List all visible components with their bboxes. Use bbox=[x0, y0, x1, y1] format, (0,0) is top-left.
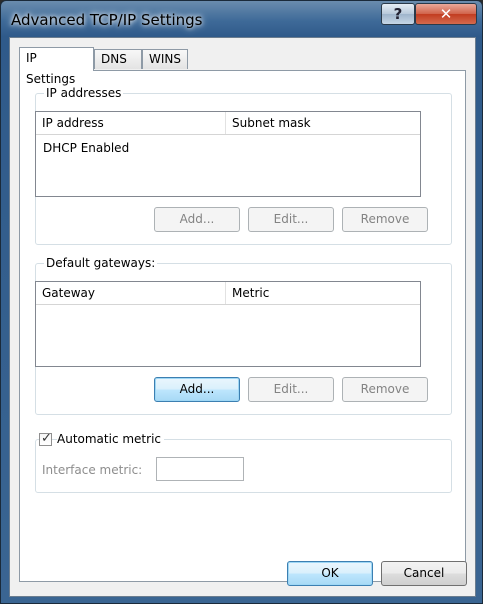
gateway-remove-button[interactable]: Remove bbox=[342, 377, 428, 402]
ok-button[interactable]: OK bbox=[287, 561, 373, 586]
title-bar[interactable]: Advanced TCP/IP Settings ? ✕ bbox=[1, 1, 482, 37]
column-metric[interactable]: Metric bbox=[226, 282, 416, 304]
column-gateway[interactable]: Gateway bbox=[36, 282, 226, 304]
ip-edit-button[interactable]: Edit... bbox=[248, 207, 334, 232]
advanced-tcpip-dialog: Advanced TCP/IP Settings ? ✕ IP Settings… bbox=[0, 0, 483, 604]
ip-settings-panel: IP addresses IP address Subnet mask DHCP… bbox=[19, 70, 466, 582]
cancel-button[interactable]: Cancel bbox=[381, 561, 467, 586]
interface-metric-label: Interface metric: bbox=[42, 463, 143, 477]
gateway-add-button[interactable]: Add... bbox=[154, 377, 240, 402]
ip-address-list-header: IP address Subnet mask bbox=[36, 112, 420, 135]
gateway-edit-button[interactable]: Edit... bbox=[248, 377, 334, 402]
window-title: Advanced TCP/IP Settings bbox=[11, 11, 203, 29]
ip-remove-button[interactable]: Remove bbox=[342, 207, 428, 232]
help-icon: ? bbox=[393, 5, 403, 23]
ip-add-button[interactable]: Add... bbox=[154, 207, 240, 232]
tab-wins[interactable]: WINS bbox=[142, 49, 188, 69]
close-button[interactable]: ✕ bbox=[415, 3, 477, 25]
gateway-list[interactable]: Gateway Metric bbox=[35, 281, 421, 367]
ip-address-list[interactable]: IP address Subnet mask DHCP Enabled bbox=[35, 111, 421, 197]
gateway-list-header: Gateway Metric bbox=[36, 282, 420, 305]
close-icon: ✕ bbox=[439, 5, 453, 23]
list-item[interactable]: DHCP Enabled bbox=[43, 141, 129, 155]
tab-ip-settings[interactable]: IP Settings bbox=[19, 47, 94, 86]
help-button[interactable]: ? bbox=[381, 3, 415, 25]
dialog-client-area: IP Settings DNS WINS IP addresses IP add… bbox=[9, 37, 476, 597]
automatic-metric-label[interactable]: Automatic metric bbox=[57, 432, 164, 446]
column-ip-address[interactable]: IP address bbox=[36, 112, 226, 134]
default-gateways-group-label: Default gateways: bbox=[44, 256, 158, 270]
column-subnet-mask[interactable]: Subnet mask bbox=[226, 112, 416, 134]
checkmark-icon: ✓ bbox=[41, 431, 52, 446]
interface-metric-input[interactable] bbox=[156, 457, 244, 481]
automatic-metric-checkbox[interactable]: ✓ bbox=[39, 431, 52, 446]
tab-dns[interactable]: DNS bbox=[94, 49, 142, 69]
